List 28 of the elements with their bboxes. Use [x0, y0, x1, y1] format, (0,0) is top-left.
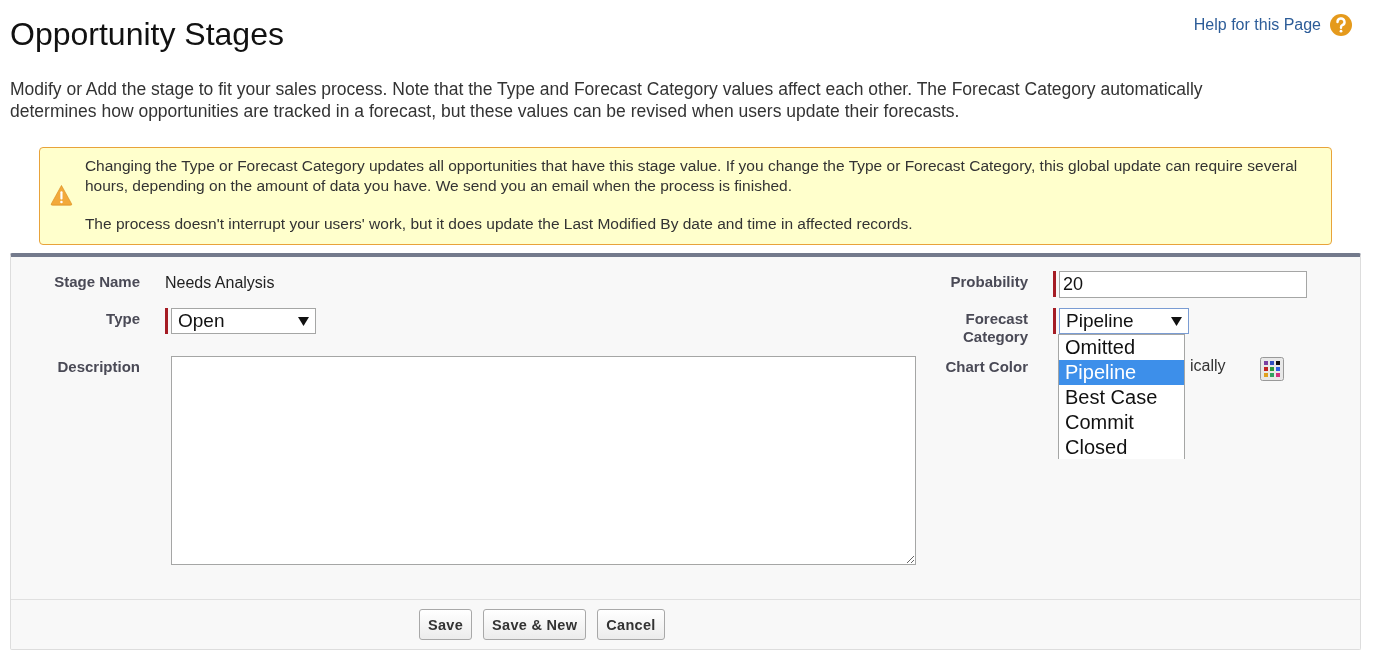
caret-icon: [1171, 316, 1182, 326]
warning-text: The process doesn't interrupt your users' work, but it does update the Last Modified By date and time in affected records.: [84, 214, 914, 234]
dropdown-option[interactable]: Commit: [1059, 410, 1184, 435]
caret-icon: [298, 316, 309, 326]
field-label: Type: [105, 309, 141, 329]
page-title: Opportunity Stages: [10, 15, 284, 54]
field-label: Probability: [949, 272, 1029, 292]
help-link[interactable]: Help for this Page: [1193, 16, 1321, 34]
form-button[interactable]: Cancel: [597, 609, 665, 640]
forecast-category-select[interactable]: Pipeline: [1059, 308, 1189, 334]
dropdown-option[interactable]: Omitted: [1059, 335, 1184, 360]
form-button[interactable]: Save & New: [483, 609, 587, 640]
field-label: Stage Name: [53, 272, 141, 292]
field-label: Chart Color: [944, 357, 1029, 377]
description-field[interactable]: [171, 356, 916, 565]
dropdown-option[interactable]: Closed: [1059, 435, 1184, 459]
probability-field[interactable]: 20: [1059, 271, 1307, 298]
help-icon[interactable]: [1329, 13, 1353, 37]
field-label: Forecast Category: [961, 309, 1029, 346]
stage-name-value: Needs Analysis: [165, 273, 275, 292]
warning-text: Changing the Type or Forecast Category updates all opportunities that have this stage value. If you change the Type or Forecast Category, this global update can require several hours, depending on the amount of data you have. We send you an email when the process is finished.: [84, 156, 1299, 196]
dropdown-option[interactable]: Best Case: [1059, 385, 1184, 410]
form-button[interactable]: Save: [419, 609, 473, 640]
color-palette-icon[interactable]: [1259, 357, 1284, 381]
intro-text: Modify or Add the stage to fit your sales process. Note that the Type and Forecast Category values affect each other. The Forecast Category automatically determines how opportunities are tracked in a forecast, but these values can be revised when users update their forecasts.: [10, 78, 1204, 122]
field-label: Description: [56, 357, 141, 377]
chart-color-text: ically: [1190, 356, 1226, 375]
type-select[interactable]: Open: [171, 308, 316, 334]
